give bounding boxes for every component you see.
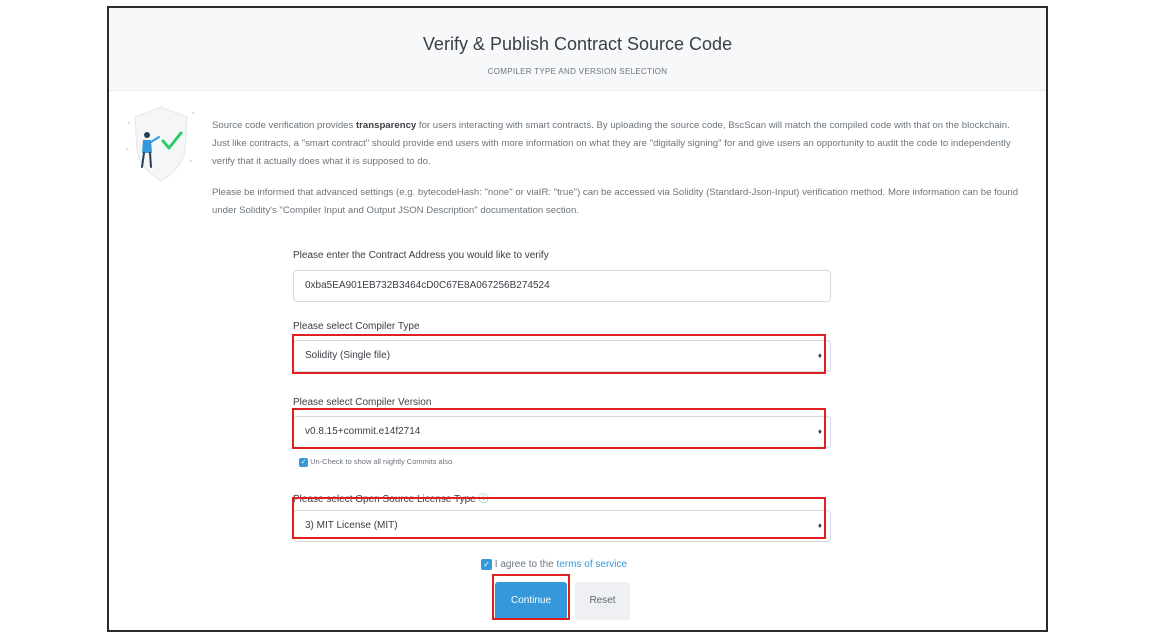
verify-contract-panel: Verify & Publish Contract Source Code CO…	[107, 6, 1048, 632]
compiler-version-label: Please select Compiler Version	[293, 397, 432, 408]
nightly-commits-label: Un-Check to show all nightly Commits als…	[310, 457, 453, 466]
reset-button[interactable]: Reset	[575, 582, 630, 620]
page-subtitle: COMPILER TYPE AND VERSION SELECTION	[487, 67, 668, 76]
select-caret-icon: ♦	[817, 521, 822, 530]
terms-prefix: I agree to the	[494, 559, 557, 571]
license-type-value: 3) MIT License (MIT)	[305, 520, 398, 531]
terms-of-service-link[interactable]: terms of service	[557, 559, 628, 570]
page-header: Verify & Publish Contract Source Code CO…	[109, 8, 1046, 91]
compiler-version-select[interactable]: v0.8.15+commit.e14f2714 ♦	[293, 416, 831, 448]
intro-text: Source code verification provides	[212, 120, 356, 131]
select-caret-icon: ♦	[817, 427, 822, 436]
nightly-commits-checkbox[interactable]: ✓	[299, 457, 308, 467]
license-type-label: Please select Open Source License Type ⓘ	[293, 490, 489, 505]
verification-illustration	[126, 106, 194, 182]
info-icon[interactable]: ⓘ	[479, 494, 489, 505]
contract-address-label: Please enter the Contract Address you wo…	[293, 250, 549, 261]
intro-bold-text: transparency	[355, 120, 417, 131]
compiler-type-label: Please select Compiler Type	[293, 321, 420, 332]
license-type-select[interactable]: 3) MIT License (MIT) ♦	[293, 510, 831, 542]
nightly-commits-option[interactable]: ✓ Un-Check to show all nightly Commits a…	[299, 457, 452, 467]
page-title: Verify & Publish Contract Source Code	[422, 34, 733, 54]
license-type-label-text: Please select Open Source License Type	[293, 494, 476, 505]
terms-agreement: ✓ I agree to the terms of service	[481, 559, 627, 570]
contract-address-value: 0xba5EA901EB732B3464cD0C67E8A067256B2745…	[305, 280, 550, 291]
intro-paragraph-1: Source code verification provides transp…	[212, 117, 1027, 171]
compiler-type-select[interactable]: Solidity (Single file) ♦	[293, 340, 831, 372]
intro-paragraph-2: Please be informed that advanced setting…	[212, 187, 1019, 216]
contract-address-input[interactable]: 0xba5EA901EB732B3464cD0C67E8A067256B2745…	[293, 270, 831, 302]
terms-checkbox[interactable]: ✓	[481, 559, 492, 570]
select-caret-icon: ♦	[817, 351, 822, 360]
compiler-version-value: v0.8.15+commit.e14f2714	[305, 426, 421, 437]
continue-button[interactable]: Continue	[495, 582, 567, 620]
compiler-type-value: Solidity (Single file)	[305, 350, 391, 361]
